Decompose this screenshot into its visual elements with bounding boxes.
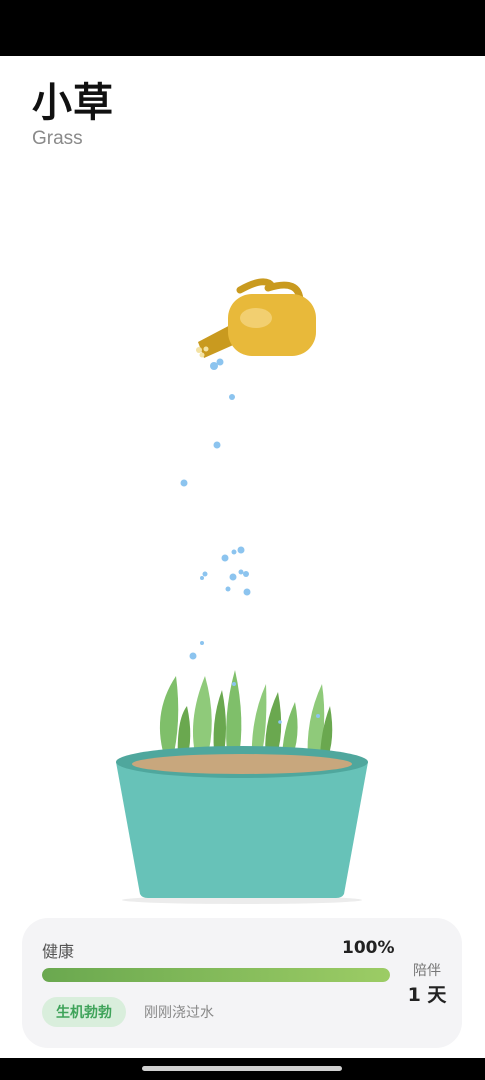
status-badge: 生机勃勃	[42, 997, 126, 1027]
status-card: 健康 100% 生机勃勃 刚刚浇过水 陪伴 1 天	[22, 918, 462, 1048]
watering-can-icon[interactable]	[196, 278, 316, 358]
navigation-bar	[0, 1058, 485, 1080]
water-drop-icon	[180, 358, 251, 660]
water-note: 刚刚浇过水	[144, 1005, 214, 1021]
plant-scene	[116, 278, 368, 904]
health-value: 100%	[342, 938, 395, 958]
companion-label: 陪伴	[413, 963, 441, 979]
health-bar-fill	[42, 968, 390, 982]
plant-pot-icon	[116, 746, 368, 904]
home-indicator[interactable]	[142, 1066, 342, 1071]
companion-value: 1 天	[407, 984, 447, 1006]
health-label: 健康	[42, 942, 75, 961]
health-bar	[42, 968, 390, 982]
